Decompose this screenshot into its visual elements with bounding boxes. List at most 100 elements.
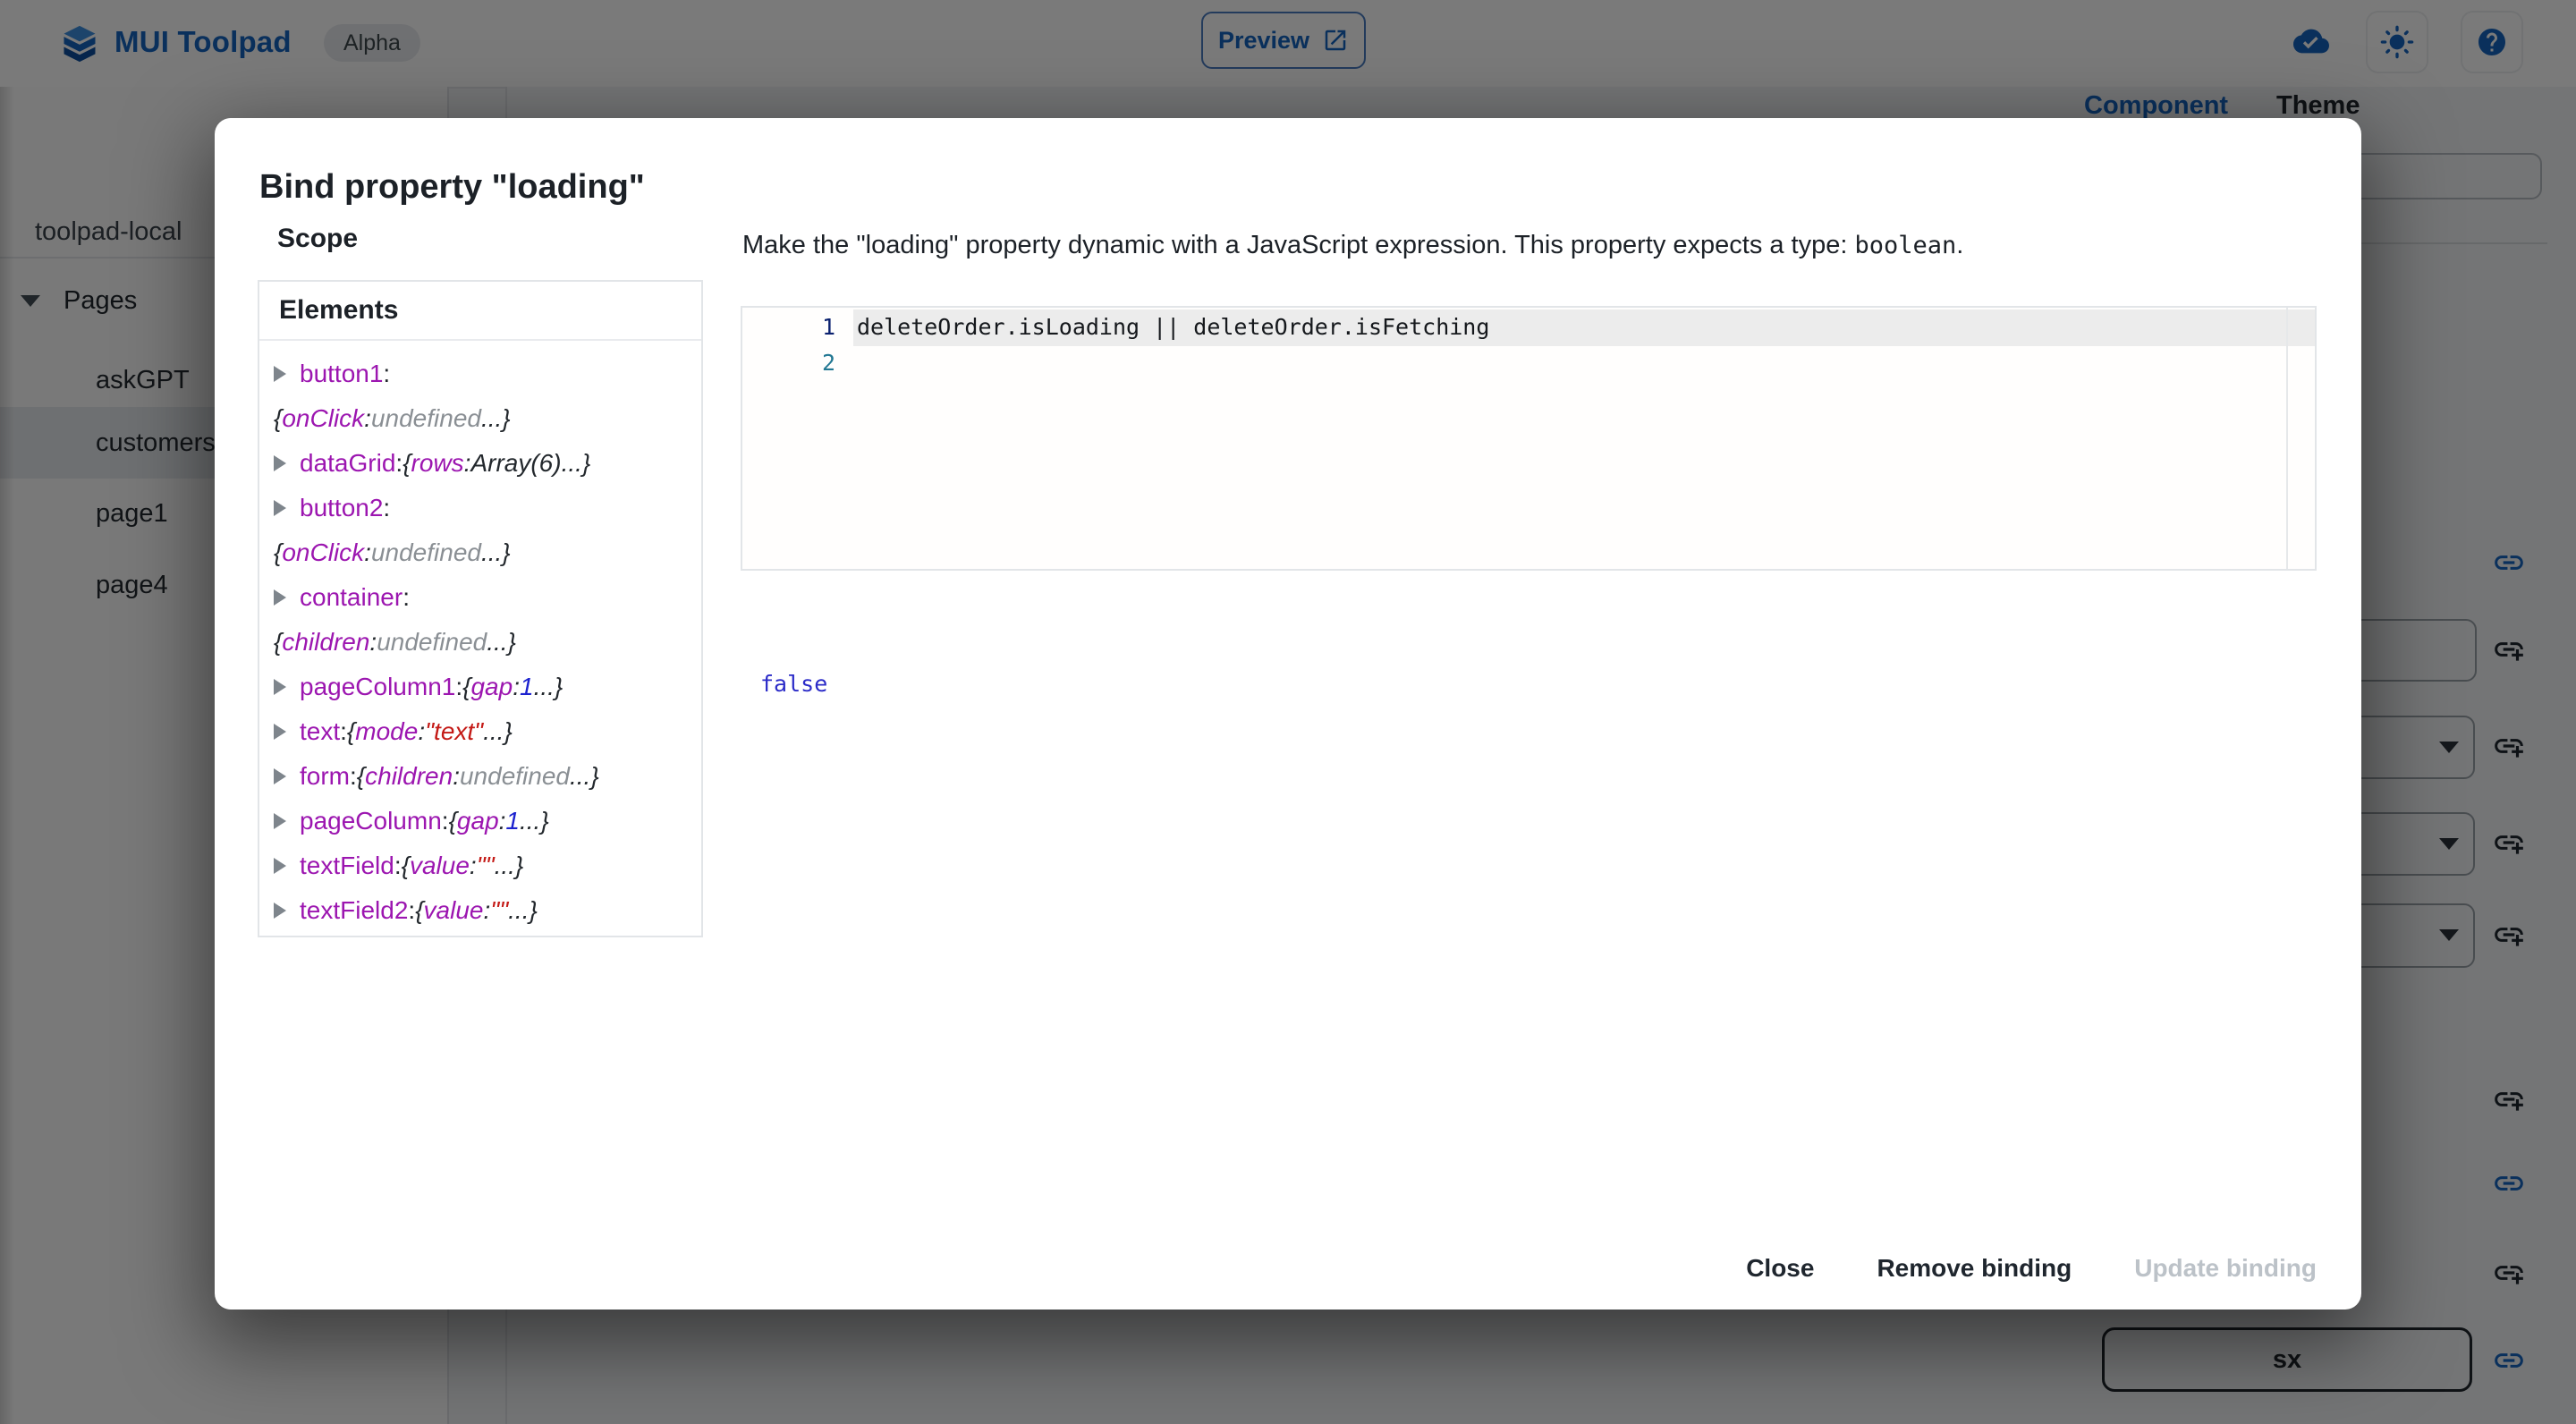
tree-token: ...} (562, 449, 591, 478)
tree-token: : (383, 360, 390, 388)
tree-token: : (408, 896, 415, 925)
tree-token: : (394, 852, 402, 880)
tree-token: : (442, 807, 449, 835)
line-number: 1 (742, 309, 835, 345)
tree-token: : (395, 449, 402, 478)
tree-token: : (369, 628, 377, 657)
tree-token: pageColumn1 (300, 673, 455, 701)
tree-token: : (383, 494, 390, 522)
tree-token: rows (411, 449, 464, 478)
scope-tree-row[interactable]: button1: (274, 352, 696, 396)
tree-token: "text" (425, 717, 483, 746)
scope-tree-row[interactable]: {children: undefined...} (274, 620, 696, 665)
tree-token: dataGrid (300, 449, 395, 478)
expand-arrow-icon[interactable] (274, 679, 286, 695)
scope-tree-row[interactable]: {onClick: undefined...} (274, 396, 696, 441)
tree-token: textField (300, 852, 394, 880)
update-binding-button[interactable]: Update binding (2114, 1243, 2336, 1293)
tree-token: { (415, 896, 423, 925)
expand-arrow-icon[interactable] (274, 724, 286, 740)
tree-token: container (300, 583, 402, 612)
tree-token: onClick (282, 404, 364, 433)
tree-token: { (357, 762, 365, 791)
dialog-title: Bind property "loading" (259, 168, 645, 207)
close-button[interactable]: Close (1726, 1243, 1834, 1293)
tree-token: children (282, 628, 369, 657)
minimap-divider (2286, 308, 2288, 569)
expression-code-editor[interactable]: 1 2 deleteOrder.isLoading || deleteOrder… (741, 306, 2317, 571)
code-line (857, 345, 2279, 381)
tree-token: gap (470, 673, 513, 701)
code-content[interactable]: deleteOrder.isLoading || deleteOrder.isF… (857, 309, 2279, 381)
tree-token: button1 (300, 360, 383, 388)
binding-description: Make the "loading" property dynamic with… (742, 231, 2343, 260)
tree-token: undefined (460, 762, 570, 791)
tree-token: : (455, 673, 462, 701)
tree-token: ...} (481, 404, 511, 433)
tree-token: ...} (520, 807, 549, 835)
tree-token: ...} (483, 717, 513, 746)
expand-arrow-icon[interactable] (274, 813, 286, 829)
tree-token: ...} (534, 673, 564, 701)
tree-token: : (340, 717, 347, 746)
tree-token: : (513, 673, 520, 701)
expand-arrow-icon[interactable] (274, 366, 286, 382)
tree-token: mode (355, 717, 418, 746)
scope-tree-row[interactable]: datePicker: {value: ""...} (274, 926, 547, 936)
tree-token: value (433, 934, 493, 936)
tree-token: text (300, 717, 340, 746)
tree-token: { (425, 934, 433, 936)
dialog-actions: Close Remove binding Update binding (215, 1227, 2361, 1310)
tree-token: datePicker (300, 934, 418, 936)
tree-token: onClick (282, 538, 364, 567)
scope-tree-row[interactable]: container: (274, 575, 696, 620)
tree-token: 1 (520, 673, 534, 701)
tree-token: : (483, 896, 490, 925)
tree-token: undefined (371, 538, 481, 567)
tree-token: value (410, 852, 470, 880)
expand-arrow-icon[interactable] (274, 768, 286, 784)
remove-binding-button[interactable]: Remove binding (1857, 1243, 2091, 1293)
tree-token: "" (500, 934, 518, 936)
tree-token: ...} (481, 538, 511, 567)
tree-token: Array(6) (470, 449, 561, 478)
scope-label: Scope (277, 224, 358, 254)
scope-tree-row[interactable]: {onClick: undefined...} (274, 530, 696, 575)
tree-token: ...} (570, 762, 599, 791)
line-number: 2 (742, 345, 835, 381)
evaluation-result: false (760, 671, 827, 697)
tree-token: "" (490, 896, 508, 925)
tree-token: ...} (508, 896, 538, 925)
expand-arrow-icon[interactable] (274, 589, 286, 606)
tree-token: ...} (487, 628, 516, 657)
scope-tree-row[interactable]: form: {children: undefined...} (274, 754, 696, 799)
scope-tree-row[interactable]: textField: {value: ""...} (274, 843, 696, 888)
tree-token: undefined (371, 404, 481, 433)
scope-tree-row[interactable]: button2: (274, 486, 696, 530)
tree-token: { (402, 449, 411, 478)
scope-tree-row[interactable]: pageColumn: {gap: 1...} (274, 799, 696, 843)
tree-token: : (364, 404, 371, 433)
tree-token: form (300, 762, 350, 791)
tree-token: children (365, 762, 453, 791)
bind-property-dialog: Bind property "loading" Scope Elements b… (215, 118, 2361, 1310)
tree-token: { (462, 673, 470, 701)
scope-tree-row[interactable]: dataGrid: {rows: Array(6)...} (274, 441, 696, 486)
tree-token: { (347, 717, 355, 746)
expand-arrow-icon[interactable] (274, 903, 286, 919)
tree-token: "" (477, 852, 495, 880)
scope-tree-row[interactable]: pageColumn1: {gap: 1...} (274, 665, 696, 709)
expand-arrow-icon[interactable] (274, 455, 286, 471)
tree-token: { (402, 852, 410, 880)
tree-token: undefined (377, 628, 487, 657)
tree-token: : (402, 583, 410, 612)
expand-arrow-icon[interactable] (274, 500, 286, 516)
tree-token: value (424, 896, 484, 925)
tree-token: : (493, 934, 500, 936)
scope-tree-row[interactable]: text: {mode: "text"...} (274, 709, 696, 754)
toolpad-editor-screen: MUI Toolpad Alpha Preview (0, 0, 2576, 1424)
expand-arrow-icon[interactable] (274, 858, 286, 874)
tree-token: ...} (495, 852, 524, 880)
tree-token: : (418, 934, 425, 936)
tree-token: : (470, 852, 477, 880)
